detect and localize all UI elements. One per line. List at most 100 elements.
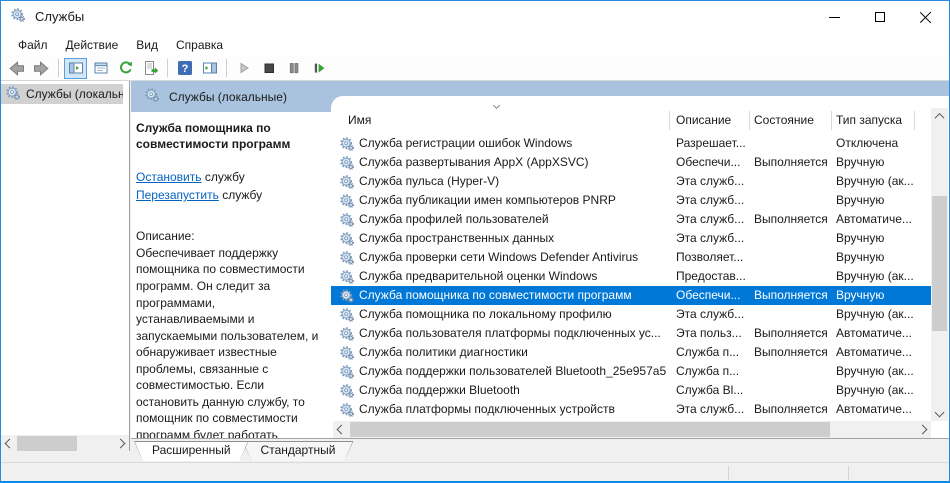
column-header-name[interactable]: Имя (348, 113, 371, 127)
stop-service-button[interactable] (257, 58, 280, 79)
restart-service-link[interactable]: Перезапустить (136, 188, 219, 202)
scrollbar-thumb[interactable] (17, 436, 77, 451)
scroll-left-icon[interactable] (333, 421, 350, 438)
cell-name: Служба помощника по локальному профилю (359, 307, 612, 321)
table-row[interactable]: Служба поддержки пользователей Bluetooth… (331, 362, 931, 381)
menu-file[interactable]: Файл (9, 35, 57, 55)
list-vertical-scrollbar[interactable] (931, 108, 948, 421)
export-list-button[interactable] (139, 58, 162, 79)
column-header-startup-type[interactable]: Тип запуска (836, 113, 902, 127)
cell-startup-type: Автоматиче... (836, 326, 912, 340)
table-row[interactable]: Служба платформы подключенных устройств … (331, 400, 931, 419)
back-button[interactable] (5, 58, 28, 79)
start-service-button[interactable] (232, 58, 255, 79)
service-gear-icon (340, 232, 354, 249)
scroll-down-icon[interactable] (931, 404, 948, 421)
services-gear-icon (145, 88, 159, 105)
show-console-tree-button[interactable] (64, 57, 87, 79)
cell-description: Разрешает... (676, 136, 746, 150)
start-service-icon (240, 62, 249, 74)
cell-status: Выполняется (754, 212, 828, 226)
stop-service-suffix: службу (201, 170, 245, 185)
cell-startup-type: Вручную (ак... (836, 269, 914, 283)
table-row[interactable]: Служба пульса (Hyper-V) Эта служб... Вру… (331, 172, 931, 191)
cell-name: Служба пространственных данных (359, 231, 555, 245)
service-gear-icon (340, 308, 354, 325)
cell-description: Эта служб... (676, 193, 745, 207)
cell-description: Служба п... (676, 364, 740, 378)
minimize-button[interactable] (811, 1, 857, 33)
window-title: Службы (35, 9, 85, 24)
service-gear-icon (340, 403, 354, 420)
cell-name: Служба пользователя платформы подключенн… (359, 326, 661, 340)
forward-icon (34, 60, 49, 76)
tree-horizontal-scrollbar[interactable] (1, 435, 129, 451)
table-row[interactable]: Служба пользователя платформы подключенн… (331, 324, 931, 343)
tab-extended[interactable]: Расширенный (134, 441, 249, 461)
column-separator[interactable] (831, 111, 832, 130)
menu-action[interactable]: Действие (57, 35, 128, 55)
pause-service-button[interactable] (282, 58, 305, 79)
scroll-up-icon[interactable] (931, 108, 948, 125)
close-icon (920, 11, 932, 23)
properties-button[interactable] (89, 58, 112, 79)
menu-help[interactable]: Справка (167, 35, 232, 55)
table-row[interactable]: Служба регистрации ошибок Windows Разреш… (331, 134, 931, 153)
menubar: Файл Действие Вид Справка (1, 33, 949, 56)
scrollbar-thumb[interactable] (932, 196, 947, 331)
stop-service-icon (264, 63, 274, 73)
column-separator[interactable] (749, 111, 750, 130)
content-area: Службы (локальные) Службы (локальные) Сл… (1, 81, 949, 462)
service-gear-icon (340, 289, 354, 306)
column-separator[interactable] (669, 111, 670, 130)
scroll-left-icon[interactable] (1, 435, 18, 452)
table-row[interactable]: Служба пространственных данных Эта служб… (331, 229, 931, 248)
close-button[interactable] (903, 1, 949, 33)
column-header-status[interactable]: Состояние (754, 113, 814, 127)
service-gear-icon (340, 384, 354, 401)
cell-name: Служба предварительной оценки Windows (359, 269, 598, 283)
scroll-right-icon[interactable] (914, 421, 931, 438)
forward-button[interactable] (30, 58, 53, 79)
description-label: Описание: (136, 229, 195, 244)
refresh-button[interactable] (114, 58, 137, 79)
table-row[interactable]: Служба помощника по локальному профилю Э… (331, 305, 931, 324)
scroll-right-icon[interactable] (112, 435, 129, 452)
table-row[interactable]: Служба поддержки Bluetooth Служба Bl... … (331, 381, 931, 400)
cell-startup-type: Вручную (ак... (836, 364, 914, 378)
column-header-description[interactable]: Описание (676, 113, 731, 127)
table-row[interactable]: Служба предварительной оценки Windows Пр… (331, 267, 931, 286)
help-button[interactable]: ? (173, 58, 196, 79)
scrollbar-thumb[interactable] (350, 422, 830, 437)
cell-name: Служба публикации имен компьютеров PNRP (359, 193, 616, 207)
tree-item-label: Службы (локальные) (26, 87, 123, 101)
service-gear-icon (340, 365, 354, 382)
table-row[interactable]: Служба помощника по совместимости програ… (331, 286, 931, 305)
tree-item-services-local[interactable]: Службы (локальные) (1, 84, 123, 104)
pause-service-icon (289, 63, 298, 74)
show-action-pane-button[interactable] (198, 58, 221, 79)
cell-description: Предостав... (676, 269, 746, 283)
menu-view[interactable]: Вид (127, 35, 167, 55)
statusbar-separator (728, 466, 729, 480)
table-row[interactable]: Служба проверки сети Windows Defender An… (331, 248, 931, 267)
maximize-button[interactable] (857, 1, 903, 33)
view-tabs: Расширенный Стандартный (131, 438, 949, 462)
cell-name: Служба проверки сети Windows Defender An… (359, 250, 639, 264)
cell-status: Выполняется (754, 345, 828, 359)
cell-description: Позволяет... (676, 250, 744, 264)
cell-startup-type: Вручную (ак... (836, 307, 914, 321)
restart-service-button[interactable] (307, 58, 330, 79)
show-action-pane-icon (202, 62, 217, 74)
table-row[interactable]: Служба развертывания AppX (AppXSVC) Обес… (331, 153, 931, 172)
table-row[interactable]: Служба публикации имен компьютеров PNRP … (331, 191, 931, 210)
table-row[interactable]: Служба профилей пользователей Эта служб.… (331, 210, 931, 229)
cell-description: Обеспечи... (676, 155, 741, 169)
table-row[interactable]: Служба политики диагностики Служба п... … (331, 343, 931, 362)
statusbar (1, 462, 949, 481)
stop-service-link[interactable]: Остановить (136, 170, 202, 184)
tab-standard[interactable]: Стандартный (243, 441, 354, 461)
list-horizontal-scrollbar[interactable] (333, 421, 931, 438)
column-separator[interactable] (914, 111, 915, 130)
description-text: Обеспечивает поддержку помощника по совм… (136, 245, 319, 459)
